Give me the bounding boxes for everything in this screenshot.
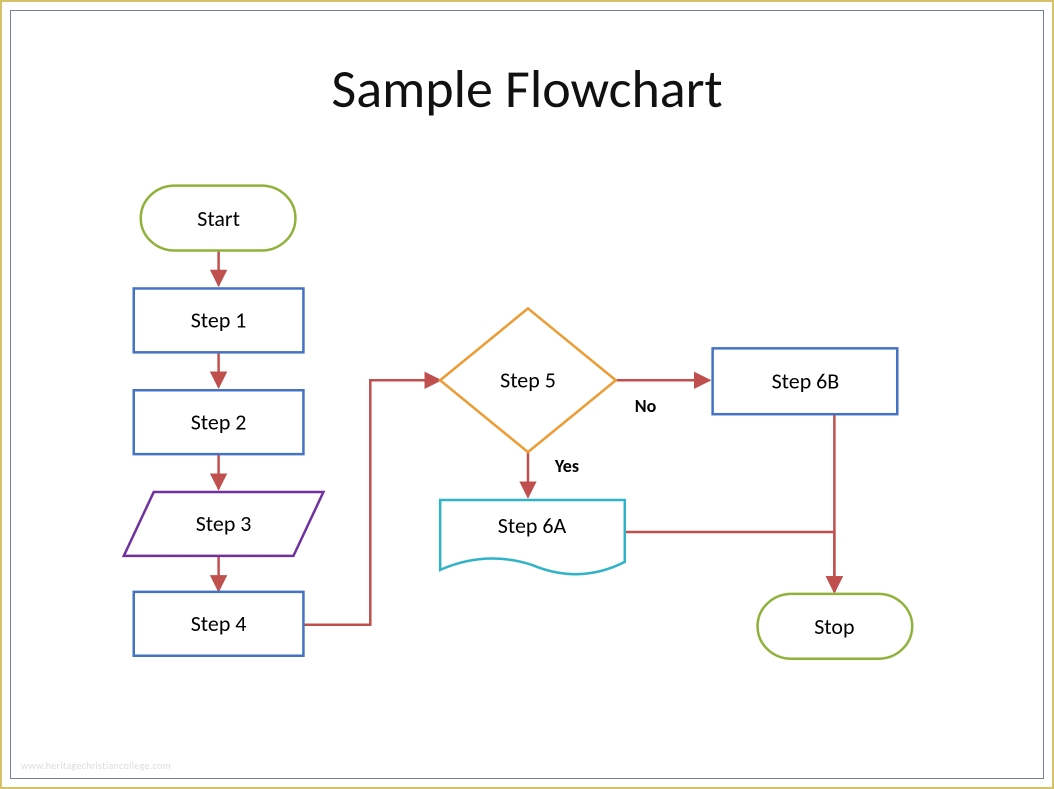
edge-step4-step5 [300, 380, 440, 625]
node-step4: Step 4 [134, 592, 304, 656]
label-step5: Step 5 [500, 367, 556, 394]
edge-label-no: No [635, 395, 657, 417]
edge-step6a-stop [625, 532, 835, 592]
label-step3: Step 3 [196, 510, 252, 537]
watermark-text: www.heritagechristiancollege.com [21, 759, 171, 772]
label-stop: Stop [814, 613, 854, 640]
node-step2: Step 2 [134, 390, 304, 454]
flowchart-svg: Start Step 1 Step 2 Step 3 Step 4 [11, 11, 1043, 779]
node-step5: Step 5 [440, 308, 616, 452]
node-step6a: Step 6A [440, 500, 625, 574]
edge-label-yes: Yes [554, 455, 579, 477]
label-start: Start [197, 205, 240, 232]
node-step3: Step 3 [124, 492, 324, 556]
node-step1: Step 1 [134, 288, 304, 352]
node-start: Start [141, 186, 296, 251]
node-step6b: Step 6B [713, 348, 898, 414]
label-step2: Step 2 [191, 408, 247, 435]
document-canvas: Sample Flowchart [10, 10, 1044, 779]
label-step1: Step 1 [191, 307, 247, 334]
outer-frame: Sample Flowchart [0, 0, 1054, 789]
node-stop: Stop [758, 594, 913, 659]
label-step4: Step 4 [191, 610, 247, 637]
label-step6b: Step 6B [772, 368, 840, 395]
label-step6a: Step 6A [498, 512, 567, 539]
